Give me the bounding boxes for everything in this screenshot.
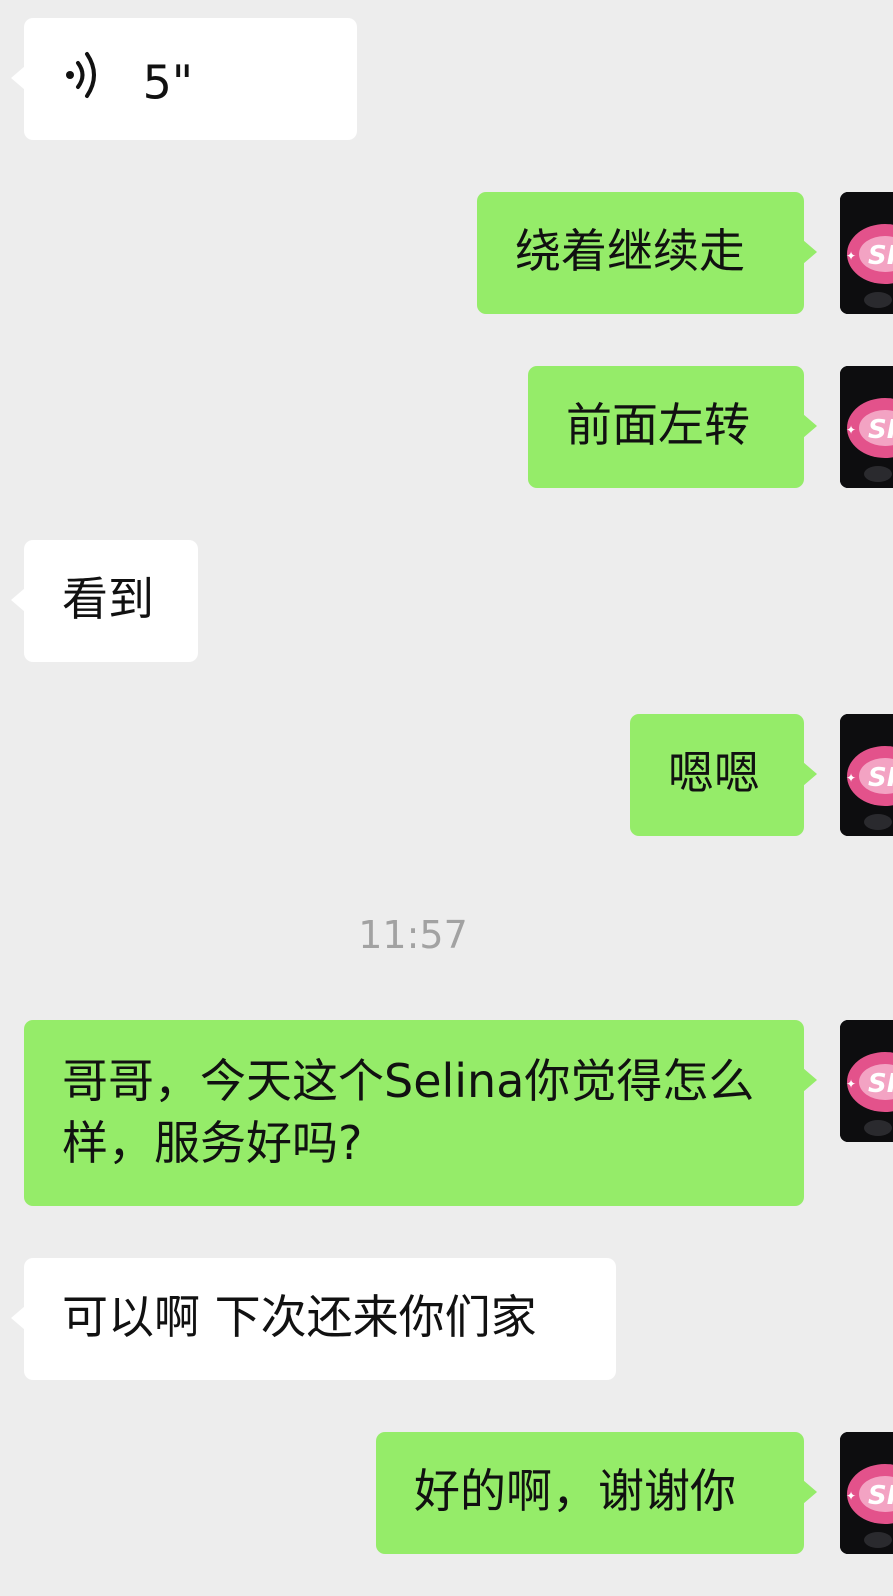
incoming-message-bubble[interactable]: 看到 bbox=[11, 540, 198, 662]
svg-text:✦: ✦ bbox=[846, 423, 856, 437]
svg-text:✦: ✦ bbox=[846, 249, 856, 263]
svg-text:✦: ✦ bbox=[846, 1489, 856, 1503]
incoming-message-bubble[interactable]: 可以啊 下次还来你们家 bbox=[11, 1258, 616, 1380]
svg-text:SI: SI bbox=[868, 415, 893, 445]
voice-wave-icon bbox=[62, 50, 102, 115]
outgoing-message-bubble[interactable]: 前面左转 bbox=[528, 366, 817, 488]
svg-text:SI: SI bbox=[868, 1481, 893, 1511]
outgoing-message-bubble[interactable]: 哥哥，今天这个Selina你觉得怎么样，服务好吗? bbox=[24, 1020, 817, 1206]
voice-message-bubble[interactable]: 5" bbox=[11, 18, 357, 140]
outgoing-message-bubble[interactable]: 绕着继续走 bbox=[477, 192, 817, 314]
chat-timestamp: 11:57 bbox=[358, 913, 468, 957]
message-text: 嗯嗯 bbox=[668, 746, 760, 800]
message-text: 绕着继续走 bbox=[515, 224, 745, 278]
user-avatar[interactable]: SI ✦ bbox=[840, 366, 893, 488]
outgoing-message-bubble[interactable]: 嗯嗯 bbox=[630, 714, 817, 836]
message-text: 可以啊 下次还来你们家 bbox=[62, 1290, 537, 1344]
svg-text:✦: ✦ bbox=[846, 1077, 856, 1091]
user-avatar[interactable]: SI ✦ bbox=[840, 1020, 893, 1142]
outgoing-message-bubble[interactable]: 好的啊，谢谢你 bbox=[376, 1432, 817, 1554]
user-avatar[interactable]: SI ✦ bbox=[840, 714, 893, 836]
voice-duration: 5" bbox=[142, 55, 194, 110]
message-text: 看到 bbox=[62, 572, 154, 626]
svg-text:SI: SI bbox=[868, 1069, 893, 1099]
svg-text:SI: SI bbox=[868, 241, 893, 271]
svg-text:✦: ✦ bbox=[846, 771, 856, 785]
message-text: 好的啊，谢谢你 bbox=[414, 1464, 736, 1518]
user-avatar[interactable]: SI ✦ bbox=[840, 1432, 893, 1554]
user-avatar[interactable]: SI ✦ bbox=[840, 192, 893, 314]
message-text: 哥哥，今天这个Selina你觉得怎么样，服务好吗? bbox=[62, 1054, 755, 1170]
message-text: 前面左转 bbox=[566, 398, 750, 452]
svg-text:SI: SI bbox=[868, 763, 893, 793]
